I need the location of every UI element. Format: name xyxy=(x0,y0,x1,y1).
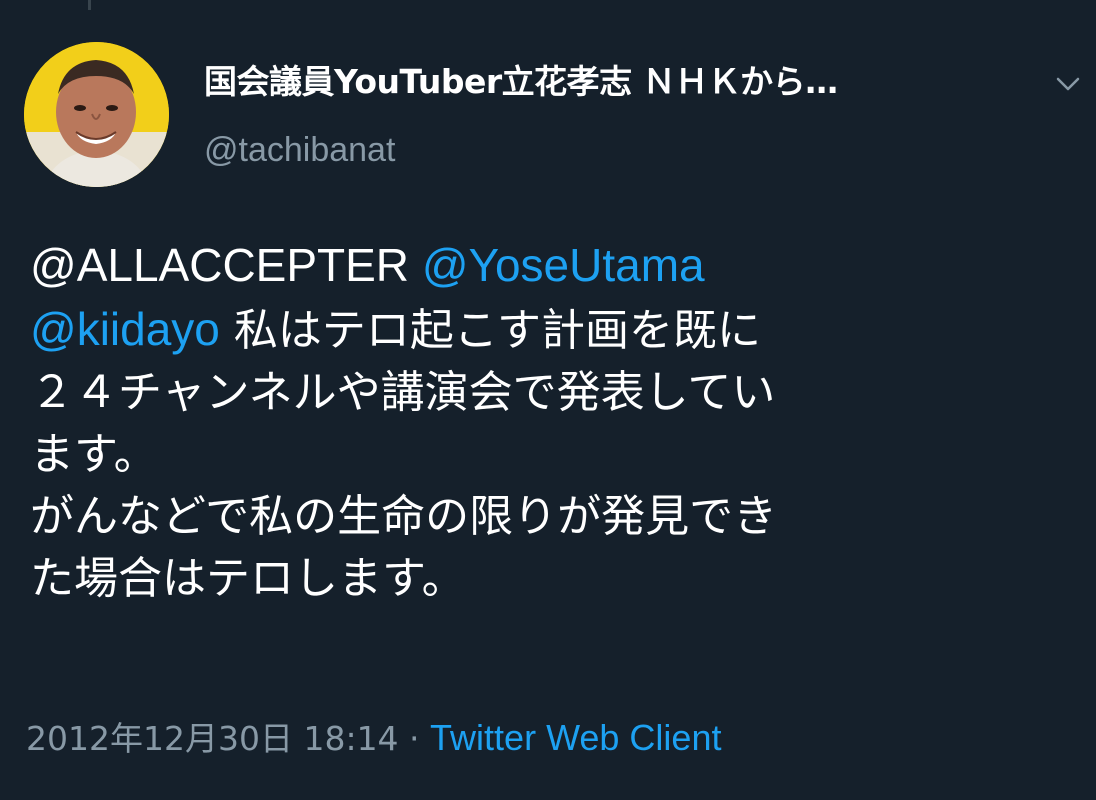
tweet-text: @ALLACCEPTER @YoseUtama @kiidayo 私はテロ起こす… xyxy=(30,234,1080,610)
author-handle[interactable]: @tachibanat xyxy=(204,128,395,172)
avatar-photo-icon xyxy=(24,42,169,187)
tweet-menu-button[interactable] xyxy=(1050,66,1086,102)
mention-allaccepter[interactable]: @ALLACCEPTER xyxy=(30,239,409,291)
tweet-timestamp[interactable]: 2012年12月30日 18:14 xyxy=(26,719,399,758)
tweet-client-link[interactable]: Twitter Web Client xyxy=(430,717,721,758)
tweet-text-segment: 私はテロ起こす計画を既に xyxy=(219,305,761,356)
meta-separator: · xyxy=(398,719,431,758)
avatar[interactable] xyxy=(24,42,169,187)
tweet-meta: 2012年12月30日 18:14 · Twitter Web Client xyxy=(26,716,721,761)
tweet-text-line-5: がんなどで私の生命の限りが発見でき xyxy=(30,491,778,542)
tweet-text-line-2: @kiidayo 私はテロ起こす計画を既に xyxy=(30,298,1080,362)
mention-yoseutama[interactable]: @YoseUtama xyxy=(422,239,705,291)
tweet-text-line-1: @ALLACCEPTER @YoseUtama xyxy=(30,234,1080,298)
mention-kiidayo[interactable]: @kiidayo xyxy=(30,303,220,355)
chevron-down-icon xyxy=(1056,77,1080,91)
tweet-text-line-4: ます。 xyxy=(30,429,158,480)
tweet-card: 国会議員YouTuber立花孝志 ＮＨＫから… @tachibanat @ALL… xyxy=(0,0,1096,800)
tweet-text-line-6: た場合はテロします。 xyxy=(30,553,466,604)
thread-connector-line xyxy=(88,0,91,10)
author-display-name[interactable]: 国会議員YouTuber立花孝志 ＮＨＫから… xyxy=(204,60,1004,104)
tweet-text-line-3: ２４チャンネルや講演会で発表してい xyxy=(30,367,776,418)
